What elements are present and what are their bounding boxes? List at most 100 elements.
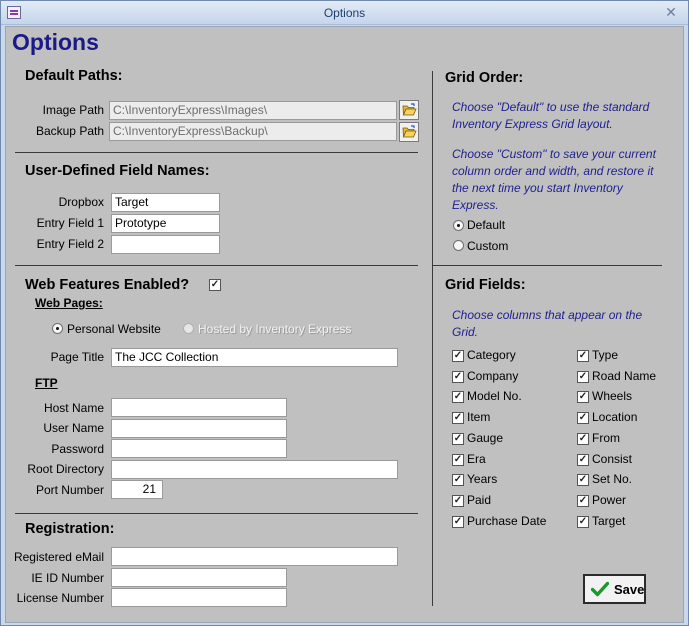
ie-id-number-label: IE ID Number	[31, 571, 104, 585]
close-button[interactable]: ✕	[662, 4, 680, 20]
folder-open-icon	[402, 103, 417, 116]
grid-field-label: Power	[592, 492, 627, 507]
user-name-label: User Name	[43, 421, 104, 435]
registered-email-label: Registered eMail	[13, 550, 104, 564]
grid-field-label: Set No.	[592, 472, 633, 487]
grid-field-label: Gauge	[467, 430, 504, 445]
backup-path-label: Backup Path	[35, 124, 104, 138]
checkmark-icon	[591, 581, 609, 597]
grid-order-custom-label: Custom	[467, 239, 509, 253]
grid-fields-hint: Choose columns that appear on the Grid.	[452, 308, 643, 339]
grid-field-label: Category	[467, 348, 516, 362]
grid-field-label: Type	[592, 348, 619, 362]
grid-field-label: Purchase Date	[467, 513, 547, 528]
page-title: Options	[12, 29, 99, 55]
grid-field-checkbox[interactable]: ✓	[577, 412, 589, 425]
grid-field-checkbox[interactable]: ✓	[577, 453, 589, 466]
hosted-label: Hosted by Inventory Express	[198, 322, 352, 336]
registered-email-field[interactable]	[111, 547, 398, 566]
ie-id-number-field[interactable]	[111, 568, 287, 587]
dropbox-label: Dropbox	[58, 195, 104, 209]
license-number-field[interactable]	[111, 588, 287, 607]
grid-field-checkbox[interactable]: ✓	[452, 412, 464, 425]
grid-field-checkbox[interactable]: ✓	[452, 494, 464, 507]
registration-heading: Registration:	[25, 521, 115, 537]
grid-field-label: Location	[592, 410, 638, 425]
image-path-field[interactable]: C:\InventoryExpress\Images\	[109, 101, 397, 120]
password-field[interactable]	[111, 439, 287, 458]
column-divider	[432, 71, 433, 606]
grid-field-checkbox[interactable]: ✓	[452, 453, 464, 466]
hosted-radio[interactable]	[183, 323, 194, 334]
entry-field-2-input[interactable]	[111, 235, 220, 254]
license-number-label: License Number	[16, 591, 104, 605]
image-path-label: Image Path	[42, 103, 104, 117]
root-directory-label: Root Directory	[27, 462, 104, 476]
divider	[15, 152, 418, 153]
default-paths-heading: Default Paths:	[25, 68, 123, 84]
grid-order-hint-default: Choose "Default" to use the standard Inv…	[452, 100, 650, 131]
divider	[15, 265, 418, 266]
grid-order-default-label: Default	[467, 218, 506, 232]
root-directory-field[interactable]	[111, 460, 398, 479]
grid-order-heading: Grid Order:	[445, 70, 524, 86]
grid-field-checkbox[interactable]: ✓	[577, 515, 589, 528]
grid-field-checkbox[interactable]: ✓	[577, 370, 589, 383]
backup-path-field[interactable]: C:\InventoryExpress\Backup\	[109, 122, 397, 141]
options-form: Options Default Paths: Image Path C:\Inv…	[5, 26, 684, 623]
grid-order-hint-custom: Choose "Custom" to save your current col…	[452, 147, 656, 212]
user-fields-heading: User-Defined Field Names:	[25, 163, 210, 179]
grid-field-label: Years	[467, 472, 498, 487]
grid-order-default-radio[interactable]	[453, 220, 464, 231]
grid-fields-heading: Grid Fields:	[445, 277, 526, 293]
grid-order-custom-radio[interactable]	[453, 240, 464, 251]
grid-field-checkbox[interactable]: ✓	[452, 391, 464, 404]
web-features-checkbox[interactable]: ✓	[209, 279, 221, 291]
port-number-label: Port Number	[35, 483, 104, 497]
grid-field-checkbox[interactable]: ✓	[452, 350, 464, 362]
grid-field-label: Item	[467, 410, 491, 425]
host-name-label: Host Name	[43, 401, 104, 415]
grid-field-checkbox[interactable]: ✓	[452, 370, 464, 383]
image-path-browse-button[interactable]	[399, 100, 419, 120]
personal-website-label: Personal Website	[67, 322, 161, 336]
entry-field-2-label: Entry Field 2	[36, 237, 104, 251]
save-button[interactable]: Save	[583, 574, 646, 604]
options-window: Options ✕ Options Default Paths: Image P…	[0, 0, 689, 626]
window-title: Options	[323, 6, 366, 20]
grid-field-checkbox[interactable]: ✓	[577, 474, 589, 487]
grid-field-checkbox[interactable]: ✓	[577, 432, 589, 445]
entry-field-1-input[interactable]: Prototype	[111, 214, 220, 233]
grid-field-label: Road Name	[592, 368, 657, 383]
backup-path-browse-button[interactable]	[399, 122, 419, 142]
web-features-heading: Web Features Enabled?	[25, 277, 190, 293]
user-name-field[interactable]	[111, 419, 287, 438]
grid-field-label: Model No.	[467, 389, 522, 404]
grid-field-checkbox[interactable]: ✓	[577, 350, 589, 362]
grid-field-checkbox[interactable]: ✓	[577, 494, 589, 507]
password-label: Password	[51, 442, 104, 456]
folder-open-icon	[402, 125, 417, 138]
ftp-heading: FTP	[35, 376, 58, 390]
port-number-field[interactable]: 21	[111, 480, 163, 499]
divider	[15, 513, 418, 514]
page-title-label: Page Title	[50, 350, 104, 364]
grid-field-checkbox[interactable]: ✓	[452, 515, 464, 528]
grid-field-checkbox[interactable]: ✓	[577, 391, 589, 404]
web-pages-heading: Web Pages:	[35, 296, 103, 310]
personal-website-radio[interactable]	[52, 323, 63, 334]
entry-field-1-label: Entry Field 1	[36, 216, 104, 230]
grid-field-checkbox[interactable]: ✓	[452, 474, 464, 487]
page-title-field[interactable]: The JCC Collection	[111, 348, 398, 367]
grid-field-checkbox[interactable]: ✓	[452, 432, 464, 445]
grid-field-label: Company	[467, 368, 519, 383]
dropbox-field[interactable]: Target	[111, 193, 220, 212]
grid-field-label: Paid	[467, 492, 492, 507]
divider	[433, 265, 662, 266]
grid-field-label: Era	[467, 451, 486, 466]
title-bar[interactable]: Options ✕	[1, 1, 688, 25]
save-button-label: Save	[614, 582, 645, 597]
grid-field-label: Target	[592, 513, 626, 528]
host-name-field[interactable]	[111, 398, 287, 417]
grid-field-label: From	[592, 430, 620, 445]
